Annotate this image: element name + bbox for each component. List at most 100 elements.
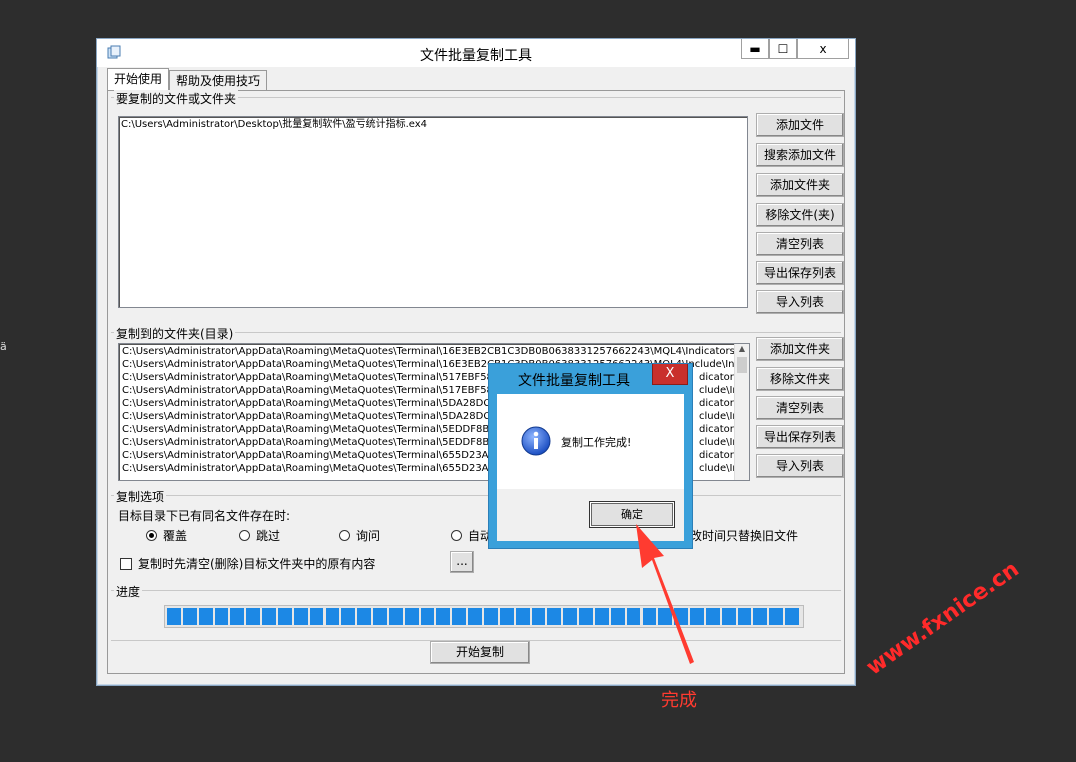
dest-list-fragments: dicators clude\In dicators clude\Inc dic… bbox=[699, 371, 745, 475]
list-item[interactable]: C:\Users\Administrator\Desktop\批量复制软件\盈亏… bbox=[119, 117, 747, 132]
list-fragment: dicators bbox=[699, 450, 740, 461]
search-add-file-button[interactable]: 搜索添加文件 bbox=[756, 143, 844, 167]
progress-segment bbox=[198, 608, 213, 625]
import-list-button[interactable]: 导入列表 bbox=[756, 290, 844, 314]
progress-segment bbox=[293, 608, 308, 625]
main-window: 文件批量复制工具 ▬ ☐ x 开始使用 帮助及使用技巧 要复制的文件或文件夹 C… bbox=[96, 38, 856, 686]
overwrite-prompt: 目标目录下已有同名文件存在时: bbox=[118, 509, 291, 523]
progress-segment bbox=[325, 608, 340, 625]
checkbox-icon bbox=[120, 557, 132, 570]
list-fragment: clude\Inc bbox=[699, 411, 745, 422]
progress-segment bbox=[246, 608, 261, 625]
import-dest-list-button[interactable]: 导入列表 bbox=[756, 454, 844, 478]
annotation-arrow-icon bbox=[636, 524, 694, 664]
dialog-message: 复制工作完成! bbox=[561, 436, 632, 449]
dest-list-scrollbar[interactable]: ▲ bbox=[734, 344, 749, 480]
close-button[interactable]: x bbox=[797, 39, 849, 59]
radio-label: 跳过 bbox=[256, 529, 281, 543]
progress-segment bbox=[262, 608, 276, 625]
dialog-body: 复制工作完成! bbox=[497, 394, 684, 489]
progress-segment bbox=[341, 608, 356, 625]
radio-ask[interactable]: 询问 bbox=[339, 527, 380, 544]
list-fragment: dicators bbox=[699, 424, 740, 435]
dialog-close-button[interactable]: X bbox=[652, 364, 688, 385]
progress-segment bbox=[737, 608, 752, 625]
radio-label: 询问 bbox=[356, 529, 381, 543]
tab-start[interactable]: 开始使用 bbox=[107, 68, 170, 92]
options-group-line bbox=[111, 495, 841, 497]
progress-segment bbox=[309, 608, 324, 625]
radio-overwrite[interactable]: 覆盖 bbox=[146, 527, 187, 544]
progress-segment bbox=[214, 608, 229, 625]
progress-segment bbox=[404, 608, 419, 625]
more-options-button[interactable]: ... bbox=[450, 551, 474, 573]
add-folder-button[interactable]: 添加文件夹 bbox=[756, 173, 844, 197]
title-bar[interactable]: 文件批量复制工具 ▬ ☐ x bbox=[97, 39, 855, 67]
radio-icon bbox=[146, 530, 157, 541]
progress-segment bbox=[769, 608, 784, 625]
minimize-button[interactable]: ▬ bbox=[741, 39, 769, 59]
source-list[interactable]: C:\Users\Administrator\Desktop\批量复制软件\盈亏… bbox=[118, 116, 748, 308]
radio-icon bbox=[339, 530, 350, 541]
progress-segment bbox=[531, 608, 546, 625]
clear-dest-list-button[interactable]: 清空列表 bbox=[756, 396, 844, 420]
window-controls: ▬ ☐ x bbox=[741, 39, 849, 59]
scroll-thumb[interactable] bbox=[737, 357, 747, 373]
progress-segment bbox=[468, 608, 482, 625]
edge-text: ä bbox=[0, 340, 7, 353]
radio-icon bbox=[239, 530, 250, 541]
progress-segment bbox=[753, 608, 768, 625]
list-fragment: clude\Inc bbox=[699, 463, 745, 474]
annotation-text: 完成 bbox=[661, 690, 697, 711]
progress-segment bbox=[182, 608, 197, 625]
progress-segment bbox=[721, 608, 736, 625]
tab-strip: 开始使用 帮助及使用技巧 bbox=[107, 68, 268, 92]
export-dest-list-button[interactable]: 导出保存列表 bbox=[756, 425, 844, 449]
progress-segment bbox=[594, 608, 609, 625]
source-group-label: 要复制的文件或文件夹 bbox=[114, 90, 239, 107]
progress-segment bbox=[785, 608, 799, 625]
progress-label: 进度 bbox=[114, 583, 143, 600]
progress-segment bbox=[277, 608, 292, 625]
progress-segment bbox=[452, 608, 467, 625]
progress-segment bbox=[357, 608, 372, 625]
progress-segment bbox=[373, 608, 387, 625]
remove-dest-folder-button[interactable]: 移除文件夹 bbox=[756, 367, 844, 391]
checkbox-label: 复制时先清空(删除)目标文件夹中的原有内容 bbox=[138, 557, 376, 571]
list-fragment: dicators bbox=[699, 372, 740, 383]
maximize-button[interactable]: ☐ bbox=[769, 39, 797, 59]
list-fragment: dicators bbox=[699, 398, 740, 409]
progress-segment bbox=[230, 608, 245, 625]
dialog-title: 文件批量复制工具 bbox=[518, 373, 630, 389]
add-dest-folder-button[interactable]: 添加文件夹 bbox=[756, 337, 844, 361]
progress-segment bbox=[484, 608, 498, 625]
start-copy-button[interactable]: 开始复制 bbox=[430, 641, 530, 664]
progress-segment bbox=[579, 608, 593, 625]
watermark: www.fxnice.cn bbox=[862, 556, 1024, 681]
list-fragment: clude\Inc bbox=[699, 437, 745, 448]
list-fragment: clude\In bbox=[699, 385, 739, 396]
radio-skip[interactable]: 跳过 bbox=[239, 527, 280, 544]
export-list-button[interactable]: 导出保存列表 bbox=[756, 261, 844, 285]
progress-segment bbox=[563, 608, 578, 625]
tab-panel: 要复制的文件或文件夹 C:\Users\Administrator\Deskto… bbox=[107, 90, 845, 674]
list-item[interactable]: C:\Users\Administrator\AppData\Roaming\M… bbox=[122, 345, 746, 358]
progress-segment bbox=[499, 608, 514, 625]
info-icon bbox=[521, 426, 551, 456]
add-file-button[interactable]: 添加文件 bbox=[756, 113, 844, 137]
progress-segment bbox=[388, 608, 403, 625]
progress-segment bbox=[515, 608, 530, 625]
progress-segment bbox=[420, 608, 435, 625]
radio-icon bbox=[451, 530, 462, 541]
radio-label: 覆盖 bbox=[163, 529, 188, 543]
clear-target-checkbox[interactable]: 复制时先清空(删除)目标文件夹中的原有内容 bbox=[120, 555, 375, 572]
options-group-label: 复制选项 bbox=[114, 488, 167, 505]
remove-file-button[interactable]: 移除文件(夹) bbox=[756, 203, 844, 227]
radio-auto[interactable]: 自动 bbox=[451, 527, 492, 544]
tab-help[interactable]: 帮助及使用技巧 bbox=[169, 70, 268, 92]
dest-group-label: 复制到的文件夹(目录) bbox=[114, 325, 236, 342]
progress-segment bbox=[436, 608, 451, 625]
clear-list-button[interactable]: 清空列表 bbox=[756, 232, 844, 256]
progress-segment bbox=[547, 608, 562, 625]
scroll-up-icon[interactable]: ▲ bbox=[735, 344, 749, 353]
